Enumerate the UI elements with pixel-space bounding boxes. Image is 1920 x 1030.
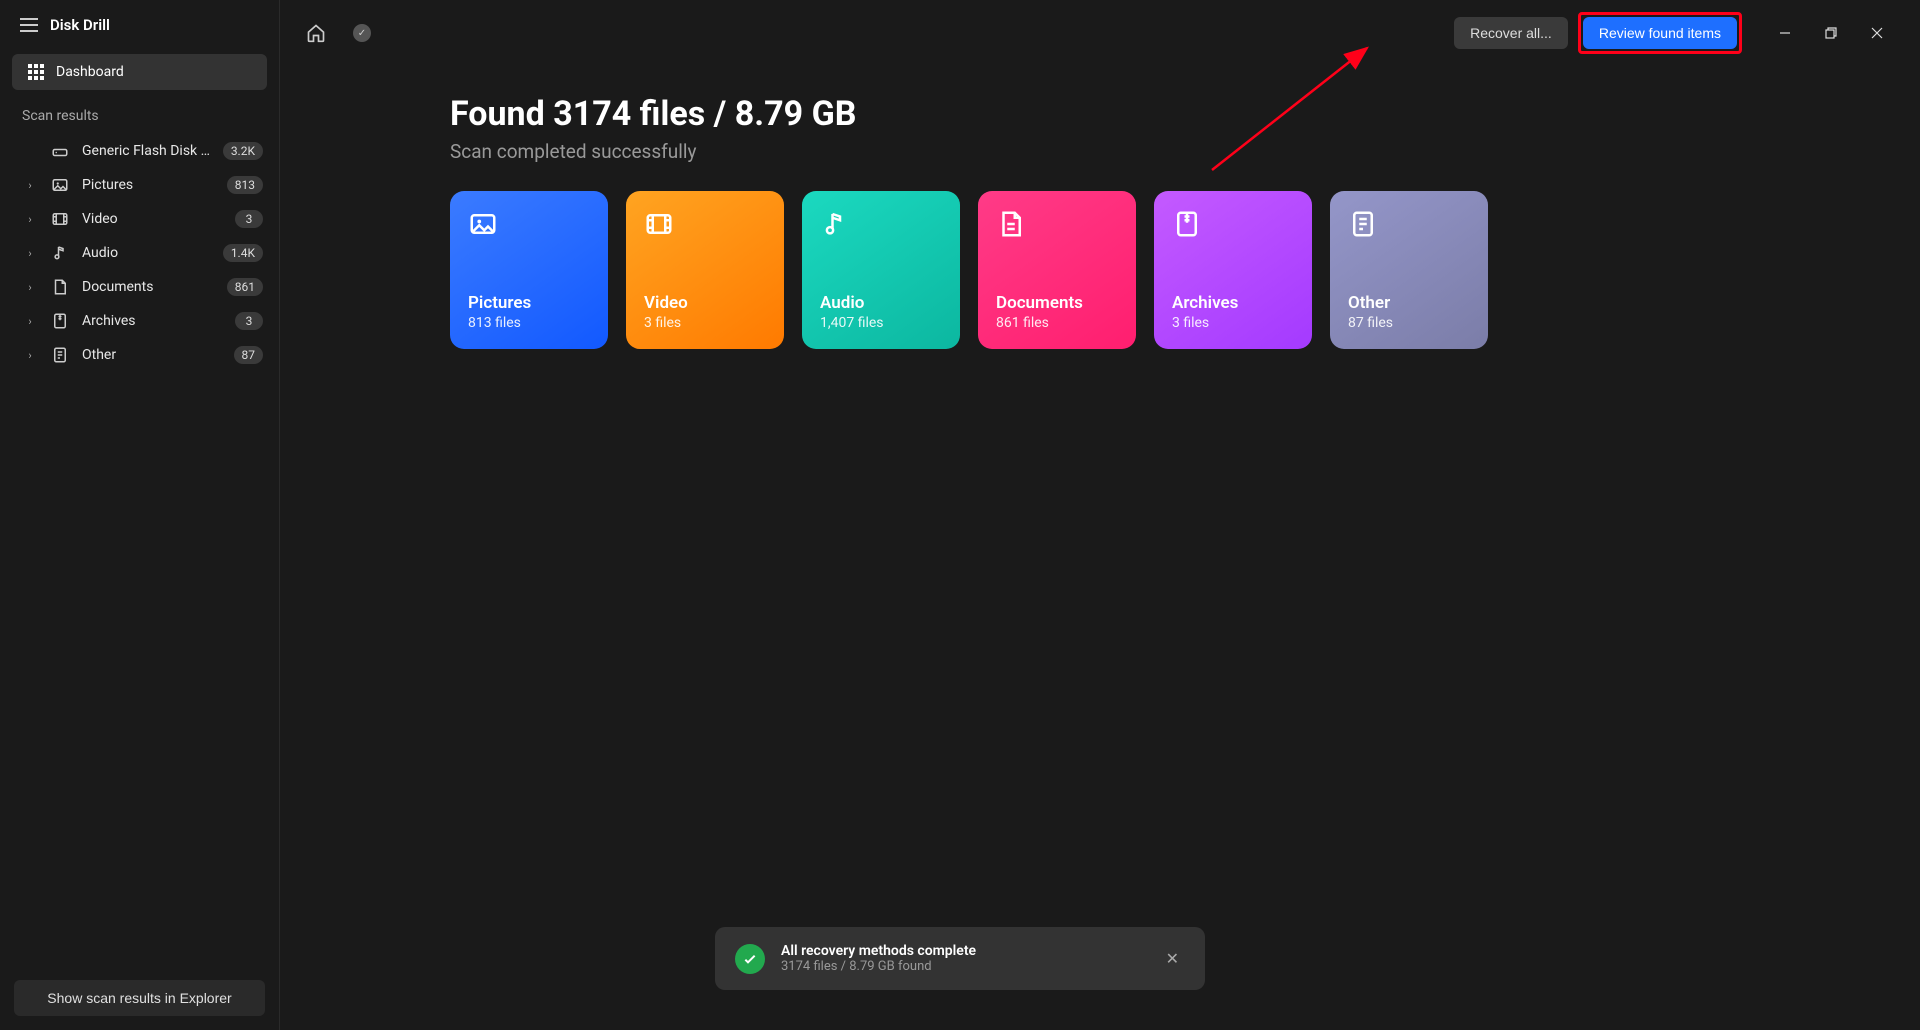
cards-row: Pictures 813 files Video 3 files Audio 1… bbox=[450, 191, 1860, 349]
toast-sub: 3174 files / 8.79 GB found bbox=[781, 959, 1144, 974]
sidebar-item-label: Generic Flash Disk USB... bbox=[82, 143, 211, 159]
recover-all-button[interactable]: Recover all... bbox=[1454, 17, 1568, 49]
sidebar: Disk Drill Dashboard Scan results Generi… bbox=[0, 0, 280, 1030]
minimize-icon[interactable] bbox=[1762, 15, 1808, 51]
dashboard-icon bbox=[28, 64, 44, 80]
chevron-icon: › bbox=[22, 349, 38, 362]
card-other[interactable]: Other 87 files bbox=[1330, 191, 1488, 349]
pictures-icon bbox=[50, 176, 70, 194]
chevron-icon: › bbox=[22, 213, 38, 226]
card-sub: 3 files bbox=[1172, 315, 1294, 331]
card-archives[interactable]: Archives 3 files bbox=[1154, 191, 1312, 349]
card-sub: 1,407 files bbox=[820, 315, 942, 331]
card-sub: 813 files bbox=[468, 315, 590, 331]
count-badge: 861 bbox=[227, 278, 263, 296]
audio-icon bbox=[50, 244, 70, 262]
sidebar-item-video[interactable]: › Video 3 bbox=[0, 202, 279, 236]
sidebar-item-pictures[interactable]: › Pictures 813 bbox=[0, 168, 279, 202]
card-title: Audio bbox=[820, 293, 942, 313]
sidebar-item-other[interactable]: › Other 87 bbox=[0, 338, 279, 372]
topbar: ✓ Recover all... Review found items bbox=[280, 0, 1920, 66]
documents-icon bbox=[996, 209, 1026, 239]
sidebar-header: Disk Drill bbox=[0, 0, 279, 50]
sidebar-item-label: Video bbox=[82, 211, 223, 227]
main: ✓ Recover all... Review found items Foun… bbox=[280, 0, 1920, 1030]
sidebar-item-label: Other bbox=[82, 347, 222, 363]
card-sub: 861 files bbox=[996, 315, 1118, 331]
toast-close-icon[interactable]: ✕ bbox=[1160, 945, 1185, 972]
chevron-icon: › bbox=[22, 315, 38, 328]
count-badge: 1.4K bbox=[223, 244, 263, 262]
card-audio[interactable]: Audio 1,407 files bbox=[802, 191, 960, 349]
menu-icon[interactable] bbox=[20, 18, 38, 32]
card-title: Documents bbox=[996, 293, 1118, 313]
archives-icon bbox=[50, 312, 70, 330]
count-badge: 3 bbox=[235, 312, 263, 330]
sidebar-item-documents[interactable]: › Documents 861 bbox=[0, 270, 279, 304]
video-icon bbox=[50, 210, 70, 228]
close-icon[interactable] bbox=[1854, 15, 1900, 51]
card-title: Video bbox=[644, 293, 766, 313]
window-controls bbox=[1762, 15, 1900, 51]
section-label-scan-results: Scan results bbox=[0, 104, 279, 134]
chevron-icon: › bbox=[22, 247, 38, 260]
status-check-icon[interactable]: ✓ bbox=[346, 17, 378, 49]
archives-icon bbox=[1172, 209, 1202, 239]
chevron-icon: › bbox=[22, 179, 38, 192]
toast-notification: All recovery methods complete 3174 files… bbox=[715, 927, 1205, 990]
dashboard-label: Dashboard bbox=[56, 64, 124, 80]
headline: Found 3174 files / 8.79 GB bbox=[450, 94, 1860, 134]
count-badge: 87 bbox=[234, 346, 264, 364]
app-title: Disk Drill bbox=[50, 16, 110, 34]
count-badge: 3.2K bbox=[223, 142, 263, 160]
disk-icon bbox=[50, 142, 70, 160]
count-badge: 813 bbox=[227, 176, 263, 194]
card-title: Pictures bbox=[468, 293, 590, 313]
sidebar-item-archives[interactable]: › Archives 3 bbox=[0, 304, 279, 338]
nav-dashboard[interactable]: Dashboard bbox=[12, 54, 267, 90]
video-icon bbox=[644, 209, 674, 239]
card-sub: 87 files bbox=[1348, 315, 1470, 331]
documents-icon bbox=[50, 278, 70, 296]
audio-icon bbox=[820, 209, 850, 239]
maximize-icon[interactable] bbox=[1808, 15, 1854, 51]
annotation-highlight: Review found items bbox=[1578, 12, 1742, 54]
card-title: Other bbox=[1348, 293, 1470, 313]
other-icon bbox=[1348, 209, 1378, 239]
sidebar-item-label: Documents bbox=[82, 279, 215, 295]
sidebar-footer: Show scan results in Explorer bbox=[0, 966, 279, 1030]
success-check-icon bbox=[735, 944, 765, 974]
review-found-items-button[interactable]: Review found items bbox=[1583, 17, 1737, 49]
card-documents[interactable]: Documents 861 files bbox=[978, 191, 1136, 349]
card-video[interactable]: Video 3 files bbox=[626, 191, 784, 349]
sidebar-item-label: Archives bbox=[82, 313, 223, 329]
content: Found 3174 files / 8.79 GB Scan complete… bbox=[280, 66, 1920, 369]
count-badge: 3 bbox=[235, 210, 263, 228]
home-icon[interactable] bbox=[300, 17, 332, 49]
sidebar-item-label: Pictures bbox=[82, 177, 215, 193]
toast-title: All recovery methods complete bbox=[781, 943, 1144, 959]
card-pictures[interactable]: Pictures 813 files bbox=[450, 191, 608, 349]
card-sub: 3 files bbox=[644, 315, 766, 331]
card-title: Archives bbox=[1172, 293, 1294, 313]
pictures-icon bbox=[468, 209, 498, 239]
sidebar-item-audio[interactable]: › Audio 1.4K bbox=[0, 236, 279, 270]
sidebar-item-label: Audio bbox=[82, 245, 211, 261]
show-in-explorer-button[interactable]: Show scan results in Explorer bbox=[14, 980, 265, 1016]
sidebar-item-disk[interactable]: Generic Flash Disk USB... 3.2K bbox=[0, 134, 279, 168]
chevron-icon: › bbox=[22, 281, 38, 294]
subhead: Scan completed successfully bbox=[450, 140, 1860, 163]
other-icon bbox=[50, 346, 70, 364]
